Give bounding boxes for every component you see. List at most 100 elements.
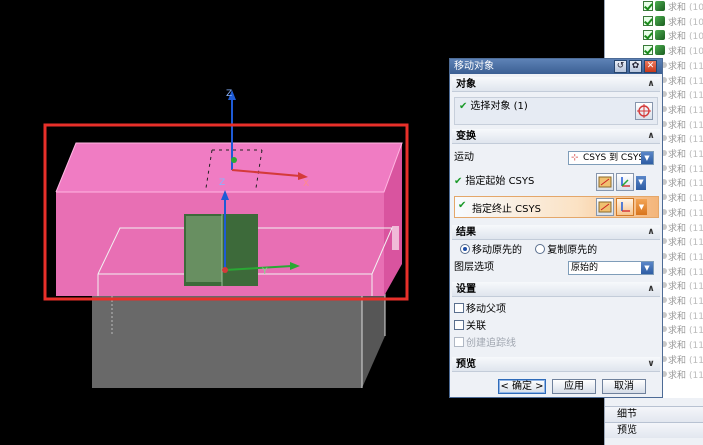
csys-inferred-icon[interactable] [616, 173, 634, 191]
navigator-item-label: 求和 (11 [668, 294, 703, 307]
navigator-item-id: (11 [689, 341, 703, 351]
navigator-item-text: 求和 [668, 179, 687, 189]
navigator-item-text: 求和 [668, 209, 687, 219]
navigator-item-text: 求和 [668, 194, 687, 204]
visibility-checkbox-icon[interactable] [643, 30, 653, 40]
dropdown-arrow-icon[interactable]: ▼ [641, 152, 653, 164]
navigator-item-id: (11 [689, 253, 703, 263]
checkmark-icon: ✔ [458, 200, 467, 211]
navigator-item-label: 求和 (10 [668, 15, 703, 28]
nav-section-detail[interactable]: 细节 [605, 406, 703, 422]
navigator-item-id: (11 [689, 135, 703, 145]
navigator-bottom-panel: 细节 预览 [605, 398, 703, 445]
visibility-checkbox-icon[interactable] [643, 16, 653, 26]
axis-label-x: X [303, 179, 309, 189]
dialog-title: 移动对象 [454, 61, 494, 72]
navigator-item-id: (11 [689, 91, 703, 101]
reset-icon[interactable]: ↺ [614, 60, 627, 73]
navigator-item-label: 求和 (11 [668, 279, 703, 292]
navigator-item-label: 求和 (11 [668, 147, 703, 160]
section-object-header[interactable]: 对象 ∧ [452, 77, 660, 92]
navigator-item-id: (11 [689, 371, 703, 381]
radio-icon[interactable] [535, 244, 546, 254]
move-parent-row[interactable]: 移动父项 [454, 301, 658, 319]
move-parent-checkbox[interactable] [454, 303, 464, 313]
navigator-item[interactable]: 求和 (10 [605, 0, 703, 13]
associative-row[interactable]: 关联 [454, 318, 658, 336]
navigator-item[interactable]: 求和 (10 [605, 43, 703, 57]
navigator-item-text: 求和 [668, 312, 687, 322]
motion-dropdown[interactable]: ⊹ CSYS 到 CSYS ▼ [568, 151, 654, 165]
create-trace-checkbox [454, 337, 464, 347]
motion-label: 运动 [454, 152, 474, 163]
apply-button[interactable]: 应用 [552, 379, 596, 394]
csys-inferred-icon[interactable] [616, 198, 634, 216]
crosshair-select-icon[interactable] [635, 102, 653, 120]
close-icon[interactable]: ✕ [644, 60, 657, 73]
associative-checkbox[interactable] [454, 320, 464, 330]
section-preview-label: 预览 [456, 359, 476, 370]
navigator-item[interactable]: 求和 (10 [605, 14, 703, 28]
axis-label-y: Y [261, 267, 268, 277]
move-original-radio[interactable]: 移动原先的 [460, 244, 522, 256]
axis-label-z-top: Z [226, 89, 232, 99]
dropdown-arrow-icon[interactable]: ▼ [636, 176, 646, 190]
navigator-item-label: 求和 (11 [668, 368, 703, 381]
collapse-chevron-icon[interactable]: ∧ [645, 226, 657, 238]
ok-button[interactable]: < 确定 > [498, 379, 546, 394]
navigator-item[interactable]: 求和 (10 [605, 28, 703, 42]
move-original-label: 移动原先的 [472, 245, 522, 256]
dropdown-arrow-icon[interactable]: ▼ [641, 262, 653, 274]
green-part[interactable] [184, 214, 258, 286]
section-settings-header[interactable]: 设置 ∧ [452, 282, 660, 297]
navigator-item-text: 求和 [668, 326, 687, 336]
layer-option-label: 图层选项 [454, 262, 494, 273]
navigator-item-text: 求和 [668, 77, 687, 87]
layer-option-dropdown[interactable]: 原始的 ▼ [568, 261, 654, 275]
checkmark-icon: ✔ [454, 176, 463, 187]
navigator-item-text: 求和 [668, 18, 687, 28]
feature-icon [655, 16, 665, 26]
csys-dialog-icon[interactable] [596, 173, 614, 191]
visibility-checkbox-icon[interactable] [643, 45, 653, 55]
axis-label-z-mid: Z [219, 178, 225, 188]
cancel-button[interactable]: 取消 [602, 379, 646, 394]
navigator-item-text: 求和 [668, 268, 687, 278]
navigator-item-label: 求和 (11 [668, 103, 703, 116]
navigator-item-label: 求和 (10 [668, 29, 703, 42]
section-transform-label: 变换 [456, 131, 476, 142]
navigator-item-id: (10 [689, 47, 703, 57]
specify-start-row[interactable]: ✔ 指定起始 CSYS ▼ [454, 173, 658, 191]
select-object-row[interactable]: ✔ 选择对象 (1) [454, 97, 658, 125]
collapse-chevron-icon[interactable]: ∧ [645, 283, 657, 295]
navigator-item-label: 求和 (11 [668, 309, 703, 322]
navigator-item-id: (11 [689, 165, 703, 175]
dropdown-arrow-icon[interactable]: ▼ [636, 199, 647, 215]
navigator-item-id: (11 [689, 326, 703, 336]
gear-icon[interactable]: ✿ [629, 60, 642, 73]
navigator-item-text: 求和 [668, 135, 687, 145]
navigator-item-id: (10 [689, 18, 703, 28]
navigator-item-id: (11 [689, 179, 703, 189]
nav-section-preview[interactable]: 预览 [605, 422, 703, 438]
navigator-item-text: 求和 [668, 238, 687, 248]
section-preview-header[interactable]: 预览 ∨ [452, 357, 660, 372]
move-object-dialog[interactable]: 移动对象 ↺ ✿ ✕ 对象 ∧ ✔ 选择对象 (1) 变换 ∧ 运动 ⊹ CSYS… [449, 58, 663, 398]
navigator-item-label: 求和 (10 [668, 0, 703, 13]
section-transform-header[interactable]: 变换 ∧ [452, 129, 660, 144]
section-result-header[interactable]: 结果 ∧ [452, 225, 660, 240]
expand-chevron-icon[interactable]: ∨ [645, 358, 657, 370]
feature-icon [655, 30, 665, 40]
visibility-checkbox-icon[interactable] [643, 1, 653, 11]
radio-selected-icon[interactable] [460, 244, 470, 254]
copy-original-radio[interactable]: 复制原先的 [535, 244, 597, 256]
result-mode-row: 移动原先的 复制原先的 [454, 242, 658, 260]
csys-dialog-icon[interactable] [596, 198, 614, 216]
specify-end-row[interactable]: ✔ 指定终止 CSYS ▼ [454, 196, 659, 218]
layer-option-row: 图层选项 原始的 ▼ [454, 259, 658, 277]
collapse-chevron-icon[interactable]: ∧ [645, 78, 657, 90]
navigator-item-text: 求和 [668, 3, 687, 13]
section-object-label: 对象 [456, 79, 476, 90]
navigator-item-id: (11 [689, 268, 703, 278]
collapse-chevron-icon[interactable]: ∧ [645, 130, 657, 142]
